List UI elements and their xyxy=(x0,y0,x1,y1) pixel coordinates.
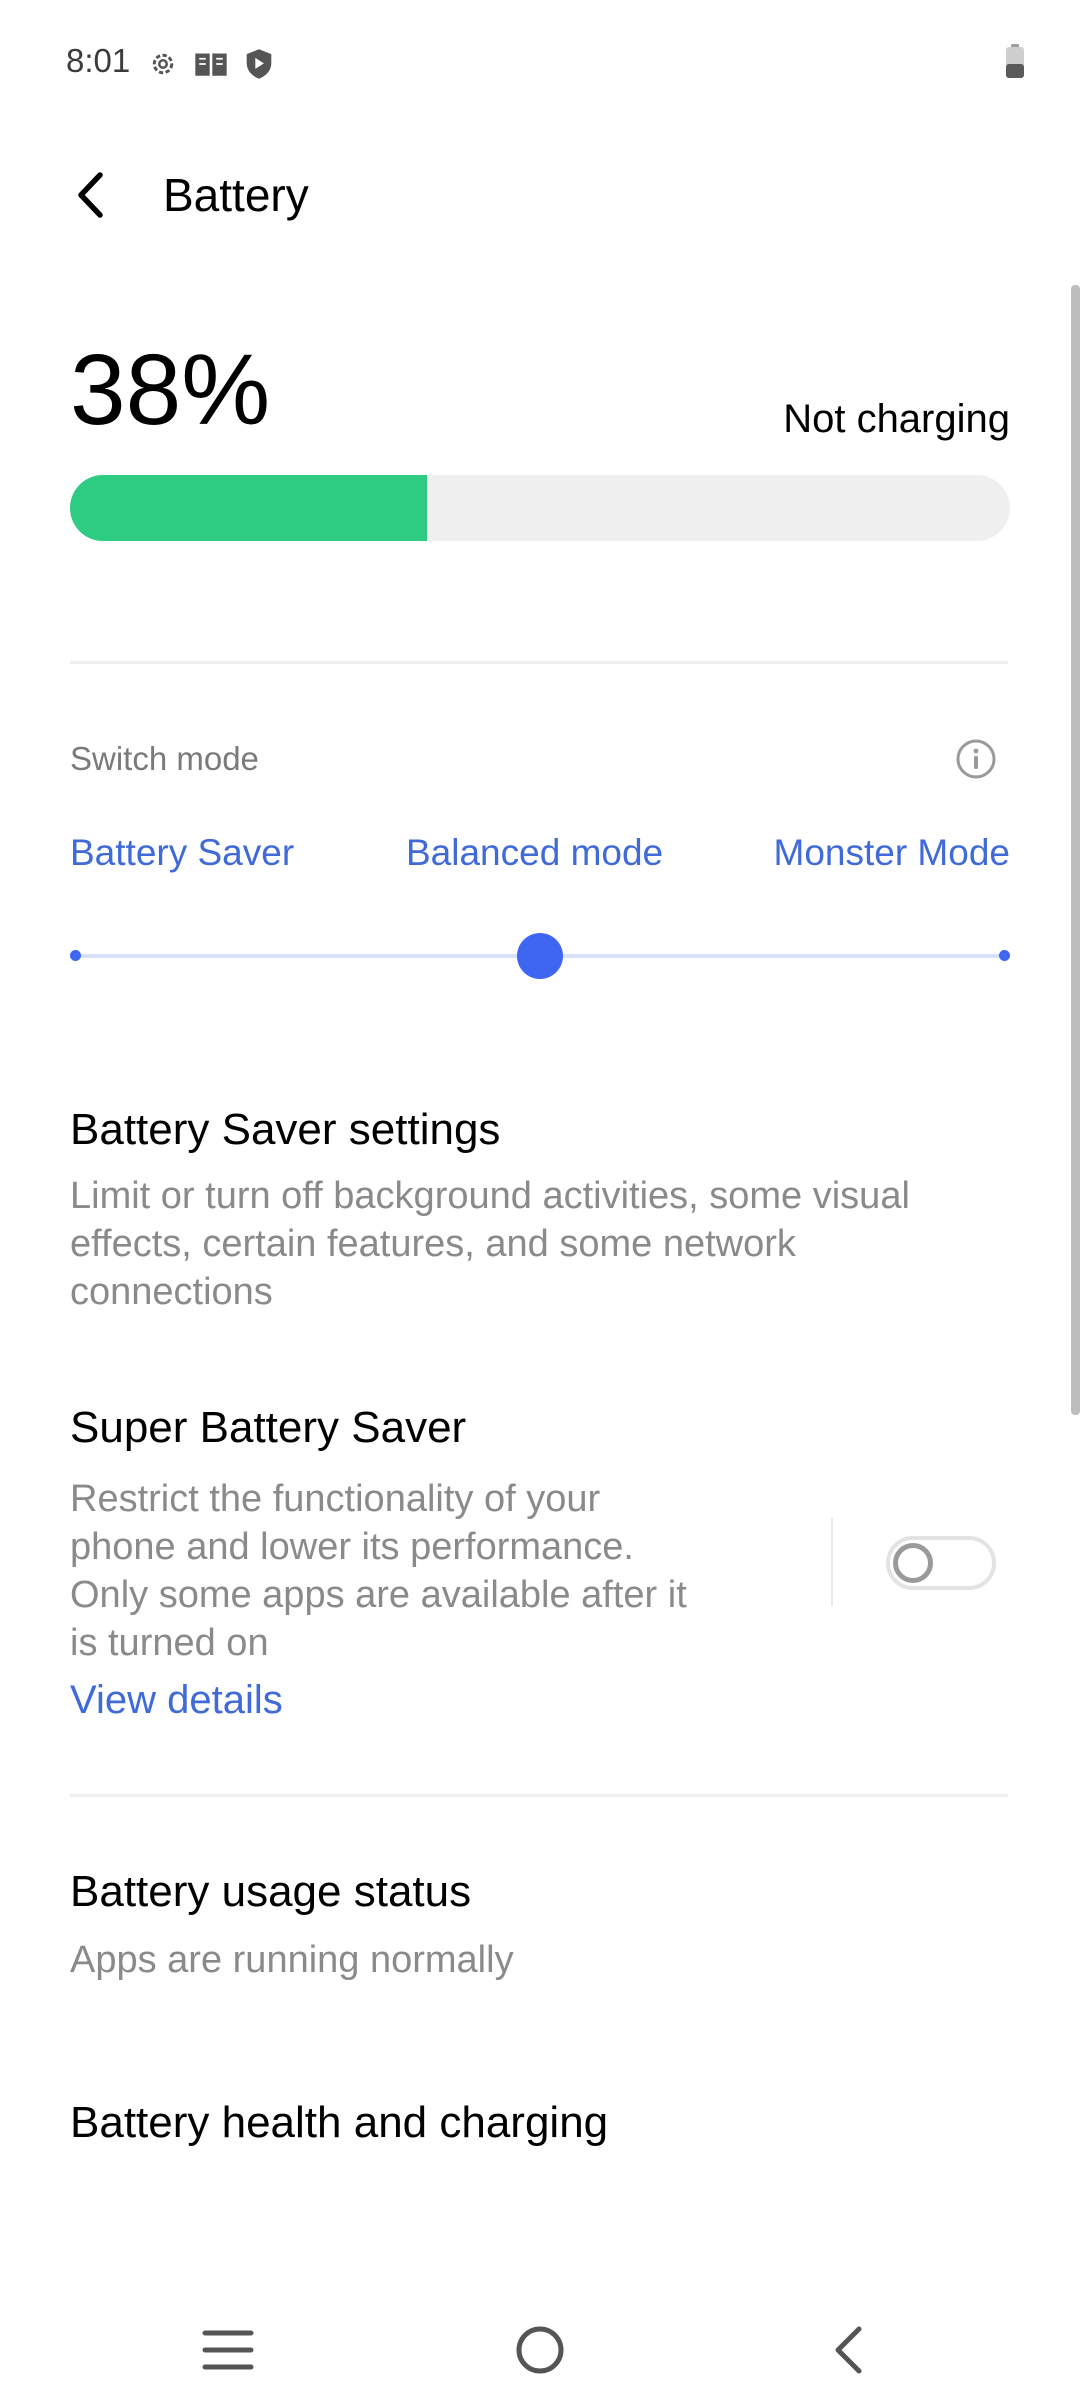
battery-saver-settings-title: Battery Saver settings xyxy=(70,1105,501,1154)
chevron-left-icon xyxy=(78,172,103,218)
back-icon xyxy=(835,2326,862,2374)
settings-gear-icon xyxy=(146,47,180,81)
desc-line: Restrict the functionality of your xyxy=(70,1478,601,1520)
battery-usage-status-subtitle: Apps are running normally xyxy=(70,1939,514,1981)
view-details-link[interactable]: View details xyxy=(70,1678,283,1723)
back-button[interactable] xyxy=(60,162,120,228)
app-header: Battery xyxy=(0,150,1080,240)
slider-thumb[interactable] xyxy=(517,933,563,979)
desc-line: is turned on xyxy=(70,1622,269,1664)
menu-button[interactable] xyxy=(173,2300,283,2400)
slider-stop-0[interactable] xyxy=(70,950,81,961)
super-battery-saver-desc: Restrict the functionality of your phone… xyxy=(70,1475,687,1667)
home-button[interactable] xyxy=(485,2300,595,2400)
desc-line: effects, certain features, and some netw… xyxy=(70,1223,796,1265)
desc-line: phone and lower its performance. xyxy=(70,1526,634,1568)
book-icon xyxy=(194,47,228,81)
desc-line: Limit or turn off background activities,… xyxy=(70,1175,910,1217)
mode-monster[interactable]: Monster Mode xyxy=(774,832,1011,874)
status-time: 8:01 xyxy=(66,42,131,79)
status-bar: 8:01 xyxy=(66,40,1024,88)
divider xyxy=(70,1794,1008,1797)
toggle-knob xyxy=(893,1543,933,1583)
mode-battery-saver[interactable]: Battery Saver xyxy=(70,832,294,874)
vertical-separator xyxy=(831,1518,833,1606)
mode-balanced[interactable]: Balanced mode xyxy=(406,832,663,874)
scrollbar[interactable] xyxy=(1071,285,1080,1415)
page-title: Battery xyxy=(163,169,309,221)
switch-mode-label: Switch mode xyxy=(70,740,259,777)
shield-play-icon xyxy=(242,47,276,81)
super-battery-saver-title: Super Battery Saver xyxy=(70,1403,467,1452)
battery-health-title: Battery health and charging xyxy=(70,2098,609,2147)
desc-line: connections xyxy=(70,1271,273,1313)
super-battery-saver-toggle[interactable] xyxy=(886,1536,996,1590)
battery-level-fill xyxy=(70,475,428,541)
battery-low-icon xyxy=(1006,44,1024,78)
home-icon xyxy=(516,2326,564,2374)
battery-percentage: 38% xyxy=(70,334,271,446)
navigation-bar xyxy=(0,2300,1080,2400)
menu-icon xyxy=(202,2330,254,2370)
divider xyxy=(70,661,1008,664)
battery-saver-settings-desc: Limit or turn off background activities,… xyxy=(70,1172,910,1316)
slider-stop-2[interactable] xyxy=(999,950,1010,961)
nav-back-button[interactable] xyxy=(793,2300,903,2400)
status-icons xyxy=(146,40,290,88)
battery-level-bar xyxy=(70,475,1010,541)
battery-usage-status-title: Battery usage status xyxy=(70,1867,472,1916)
desc-line: Only some apps are available after it xyxy=(70,1574,687,1616)
battery-settings-screen: 8:01 Battery 38% Not charging Switch mod… xyxy=(0,0,1080,2408)
charging-status: Not charging xyxy=(783,397,1010,441)
info-icon[interactable] xyxy=(955,738,997,780)
